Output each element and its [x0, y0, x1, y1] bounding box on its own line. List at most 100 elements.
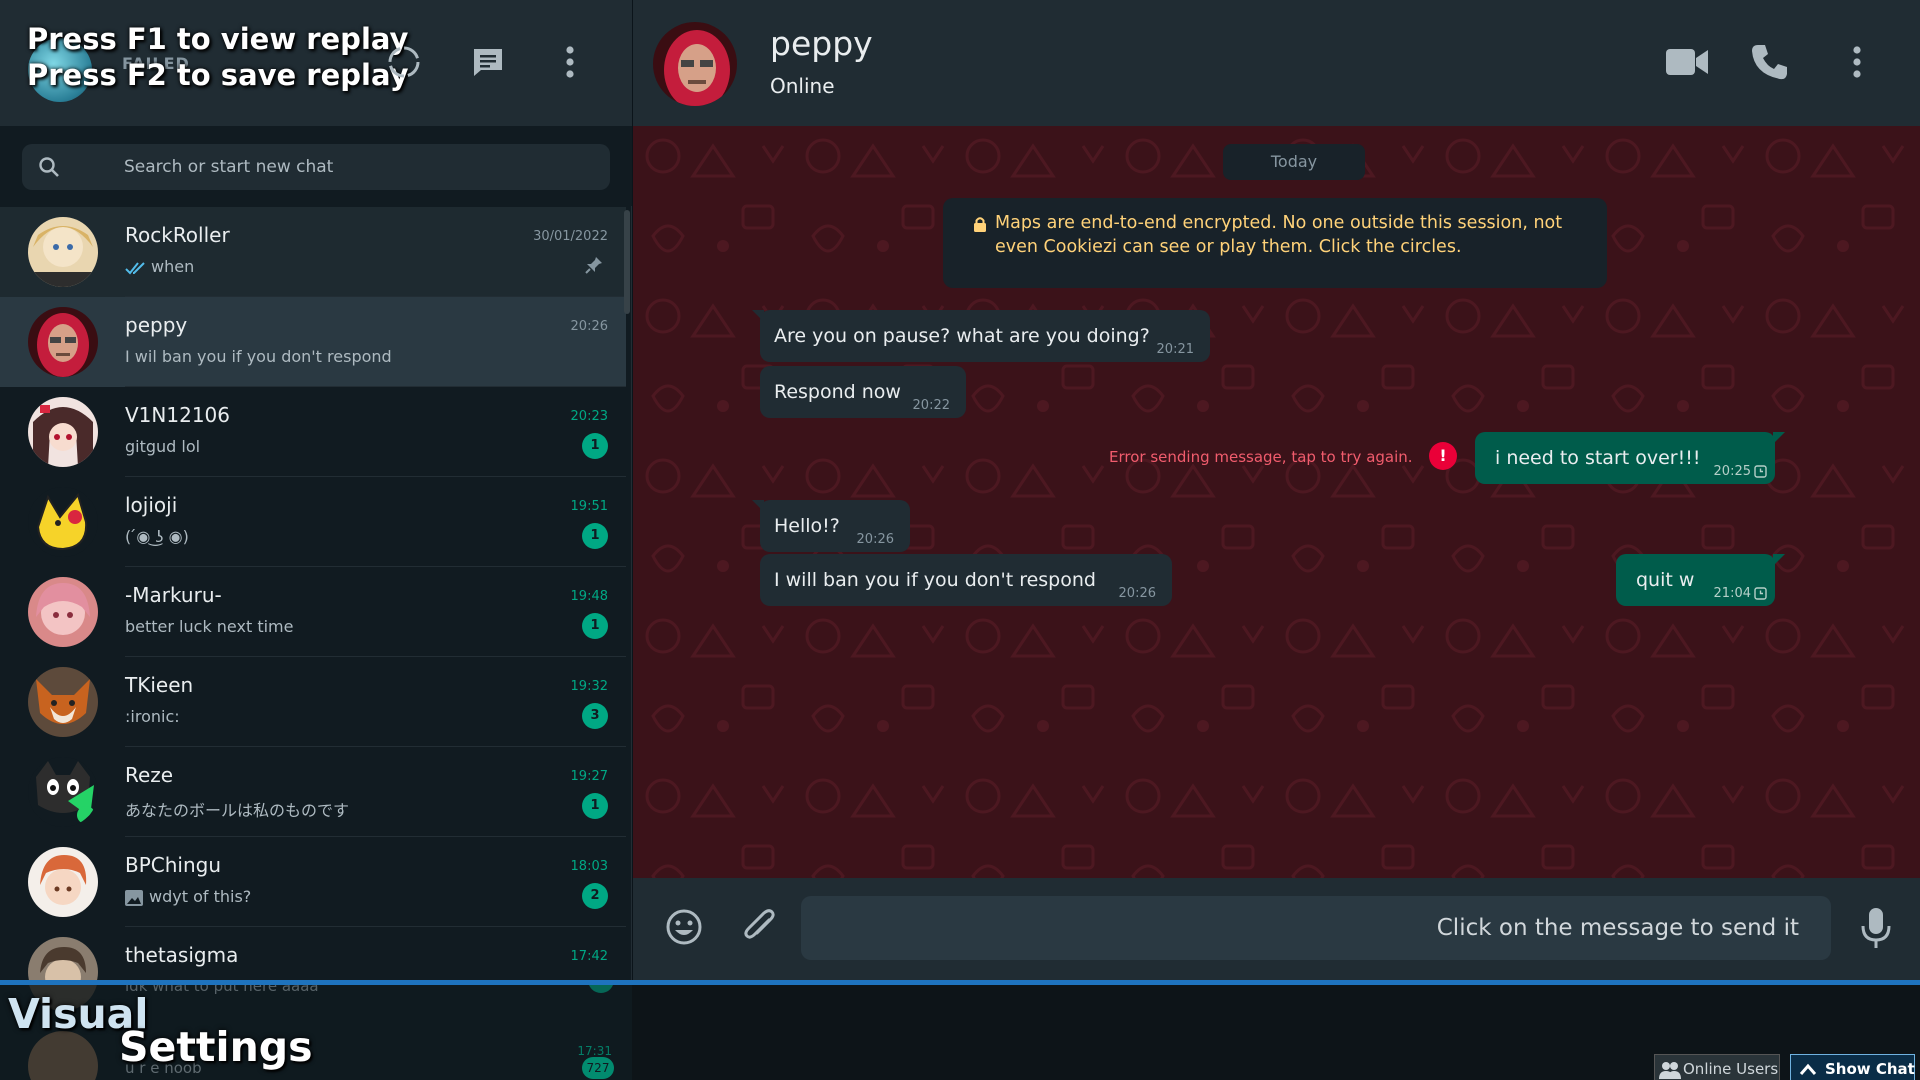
message-bubble-incoming[interactable]: Respond now 20:22 [760, 366, 966, 418]
new-chat-icon[interactable] [466, 40, 510, 84]
chat-time: 18:03 [570, 859, 608, 874]
avatar [28, 1031, 98, 1080]
peer-avatar[interactable] [651, 20, 739, 108]
chat-name: -Markuru- [125, 583, 222, 607]
replay-hint-view: Press F1 to view replay [27, 22, 409, 56]
chat-preview: I wil ban you if you don't respond [125, 347, 392, 366]
message-time: 20:25 [1713, 464, 1751, 479]
chat-item-tkieen[interactable]: TKieen 19:32 :ironic: 3 [0, 657, 626, 747]
chat-item-bpchingu[interactable]: BPChingu 18:03 wdyt of this? 2 [0, 837, 626, 927]
message-bubble-outgoing[interactable]: quit w 21:04 [1616, 554, 1785, 606]
peer-status: Online [770, 74, 835, 98]
chat-item-v1n12106[interactable]: V1N12106 20:23 gitgud lol 1 [0, 387, 626, 477]
message-text: I will ban you if you don't respond [774, 569, 1096, 591]
show-chat-button[interactable]: Show Chat [1790, 1054, 1915, 1080]
chat-time: 19:51 [570, 499, 608, 514]
read-ticks-icon [125, 261, 145, 274]
chat-item-peppy[interactable]: peppy 20:26 I wil ban you if you don't r… [0, 297, 626, 387]
chat-preview: ( ́◉ ͜ʖ ◉) [125, 527, 189, 546]
chat-item-rockroller[interactable]: RockRoller 30/01/2022 when [0, 207, 626, 297]
unread-badge: 2 [582, 883, 608, 909]
chat-time: 17:42 [570, 949, 608, 964]
bubble-tail [1773, 432, 1785, 444]
online-users-label: Online Users [1683, 1060, 1779, 1078]
chat-time: 17:31 [577, 1044, 612, 1058]
chat-preview: あなたのボールは私のものです [125, 801, 350, 820]
message-time: 20:26 [1118, 586, 1156, 601]
message-time: 21:04 [1713, 586, 1751, 601]
chat-name: TKieen [125, 673, 194, 697]
video-call-icon[interactable] [1659, 40, 1715, 84]
error-icon[interactable]: ! [1429, 442, 1457, 470]
chat-list: RockRoller 30/01/2022 when peppy 20:26 I… [0, 207, 632, 1080]
message-text: Hello!? [774, 515, 840, 537]
avatar [28, 667, 98, 737]
visual-settings-label-bottom[interactable]: Settings [119, 1023, 313, 1071]
replay-hint-save: Press F2 to save replay [27, 58, 409, 92]
chat-menu-icon[interactable] [1835, 40, 1879, 84]
peer-name: peppy [770, 24, 873, 63]
pin-icon [585, 257, 602, 274]
avatar [28, 217, 98, 287]
chat-preview-text: wdyt of this? [149, 887, 252, 906]
chat-name: Reze [125, 763, 174, 787]
chat-time: 19:32 [570, 679, 608, 694]
chat-time: 19:48 [570, 589, 608, 604]
conversation-area: Today Maps are end-to-end encrypted. No … [633, 126, 1920, 878]
mic-icon[interactable] [1855, 904, 1897, 952]
date-chip: Today [1223, 144, 1365, 180]
chat-preview: when [125, 257, 194, 276]
online-users-button[interactable]: Online Users [1654, 1054, 1780, 1080]
chat-item-markuru[interactable]: -Markuru- 19:48 better luck next time 1 [0, 567, 626, 657]
show-chat-label: Show Chat [1825, 1060, 1915, 1078]
encryption-note[interactable]: Maps are end-to-end encrypted. No one ou… [943, 198, 1607, 288]
chat-item-reze[interactable]: Reze 19:27 あなたのボールは私のものです 1 [0, 747, 626, 837]
status-icon[interactable] [382, 40, 426, 84]
left-header: FAILED Press F1 to view replay Press F2 … [0, 0, 632, 126]
search-icon [39, 157, 59, 177]
emoji-icon[interactable] [663, 906, 705, 948]
message-text: Are you on pause? what are you doing? [774, 325, 1150, 347]
chat-time: 20:23 [570, 409, 608, 424]
chat-list-scrollbar[interactable] [624, 210, 630, 314]
message-bubble-incoming[interactable]: Are you on pause? what are you doing? 20… [752, 310, 1210, 362]
avatar [28, 397, 98, 467]
encryption-text: Maps are end-to-end encrypted. No one ou… [995, 213, 1563, 257]
search-input[interactable] [124, 144, 594, 190]
unread-badge: 1 [582, 433, 608, 459]
unread-badge [588, 985, 614, 993]
phone-icon[interactable] [1747, 40, 1791, 84]
chat-item-lojioji[interactable]: lojioji 19:51 ( ́◉ ͜ʖ ◉) 1 [0, 477, 626, 567]
chat-preview: better luck next time [125, 617, 294, 636]
message-text: i need to start over!!! [1495, 447, 1701, 469]
bubble-tail [752, 310, 764, 322]
chat-preview: gitgud lol [125, 437, 201, 456]
message-bubble-outgoing[interactable]: i need to start over!!! 20:25 [1475, 432, 1785, 484]
message-input[interactable] [801, 896, 1831, 960]
message-bubble-incoming[interactable]: Hello!? 20:26 [752, 500, 910, 552]
chat-preview: :ironic: [125, 707, 180, 726]
photo-icon [125, 889, 143, 906]
send-error-text[interactable]: Error sending message, tap to try again. [1109, 448, 1413, 466]
chat-name: RockRoller [125, 223, 230, 247]
chat-time: 30/01/2022 [533, 229, 608, 244]
unread-badge: 1 [582, 613, 608, 639]
message-bubble-incoming[interactable]: I will ban you if you don't respond 20:2… [760, 554, 1172, 606]
chat-list-panel: FAILED Press F1 to view replay Press F2 … [0, 0, 632, 1080]
unread-badge: 3 [582, 703, 608, 729]
chat-name: lojioji [125, 493, 178, 517]
avatar [28, 757, 98, 827]
chat-preview: idk what to put here aaaa [125, 985, 319, 995]
message-time: 20:26 [856, 532, 894, 547]
chat-name: thetasigma [125, 943, 239, 967]
bubble-tail [752, 500, 764, 512]
lock-icon [974, 217, 986, 232]
avatar [28, 307, 98, 377]
game-overlay-bar: idk what to put here aaaa 17:31 u r e no… [0, 980, 1920, 1080]
menu-icon[interactable] [548, 40, 592, 84]
message-composer [633, 878, 1920, 980]
unread-badge: 1 [582, 793, 608, 819]
message-text: Respond now [774, 381, 901, 403]
attach-icon[interactable] [739, 906, 781, 948]
search-box[interactable] [22, 144, 610, 190]
